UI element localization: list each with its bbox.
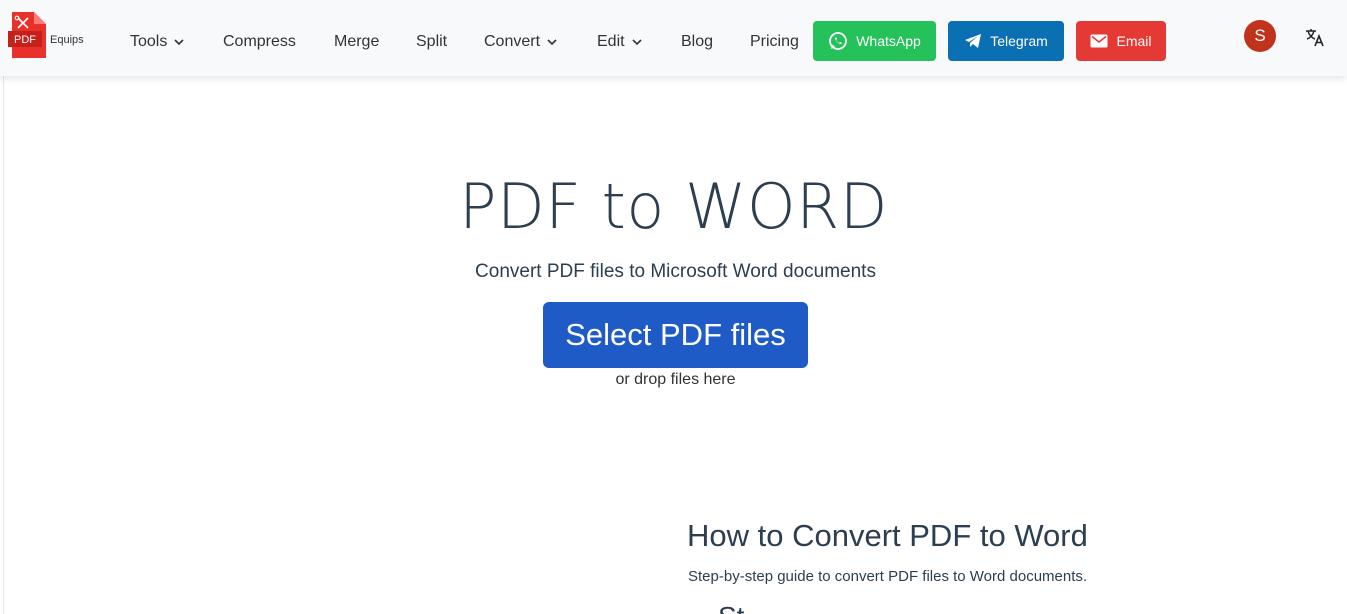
guide-heading: How to Convert PDF to Word — [687, 518, 1088, 553]
telegram-label: Telegram — [990, 33, 1048, 49]
chevron-down-icon — [547, 39, 557, 46]
email-label: Email — [1116, 33, 1152, 49]
guide-step-heading: St — [718, 601, 744, 614]
select-pdf-files-button[interactable]: Select PDF files — [543, 302, 808, 368]
nav-blog[interactable]: Blog — [681, 30, 713, 54]
nav-pricing[interactable]: Pricing — [750, 30, 799, 54]
site-logo[interactable]: PDF Equips — [8, 12, 98, 60]
email-button[interactable]: Email — [1076, 21, 1166, 61]
guide-subtitle: Step-by-step guide to convert PDF files … — [688, 568, 1088, 585]
nav-compress-label: Compress — [223, 33, 296, 50]
translate-icon[interactable] — [1305, 27, 1325, 47]
telegram-button[interactable]: Telegram — [948, 21, 1064, 61]
nav-tools-label: Tools — [130, 33, 168, 50]
nav-edit[interactable]: Edit — [597, 30, 643, 54]
nav-blog-label: Blog — [681, 33, 714, 50]
nav-merge-label: Merge — [334, 33, 380, 50]
user-initial: S — [1254, 26, 1266, 45]
mail-icon — [1090, 34, 1108, 48]
logo-pdf-text: PDF — [14, 34, 36, 46]
nav-edit-label: Edit — [597, 33, 625, 50]
drop-files-hint: or drop files here — [615, 371, 736, 388]
chevron-down-icon — [632, 39, 642, 46]
nav-merge[interactable]: Merge — [334, 30, 379, 54]
nav-split-label: Split — [416, 33, 448, 50]
whatsapp-label: WhatsApp — [856, 33, 921, 49]
select-pdf-files-label: Select PDF files — [565, 317, 786, 352]
page-title-text: PDF to WORD — [459, 170, 888, 243]
logo-brand-name: Equips — [50, 34, 84, 46]
nav-convert-label: Convert — [484, 33, 541, 50]
user-avatar[interactable]: S — [1244, 20, 1276, 52]
chevron-down-icon — [174, 39, 184, 46]
whatsapp-icon — [829, 32, 848, 50]
telegram-icon — [965, 34, 982, 48]
nav-convert[interactable]: Convert — [484, 30, 558, 54]
nav-tools[interactable]: Tools — [130, 30, 185, 54]
pdf-logo-icon: PDF — [8, 12, 46, 58]
nav-pricing-label: Pricing — [750, 33, 799, 50]
top-navbar: PDF Equips Tools Compress Merge Split Co… — [0, 0, 1347, 76]
page-subtitle: Convert PDF files to Microsoft Word docu… — [475, 261, 876, 282]
whatsapp-button[interactable]: WhatsApp — [813, 21, 936, 61]
page-title: PDF to WORD — [0, 170, 1347, 243]
nav-compress[interactable]: Compress — [223, 30, 296, 54]
nav-split[interactable]: Split — [416, 30, 447, 54]
